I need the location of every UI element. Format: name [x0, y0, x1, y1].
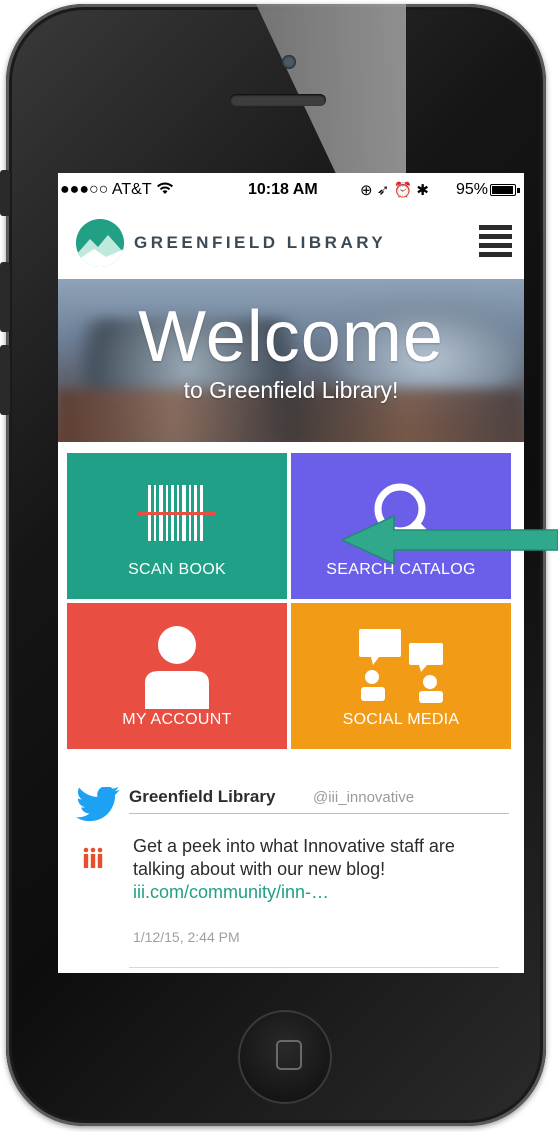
- menu-bar: [479, 234, 512, 239]
- mountain-logo-icon: [76, 219, 124, 267]
- tweet-author-name[interactable]: Greenfield Library: [129, 787, 275, 807]
- innovative-logo-icon: [83, 847, 103, 868]
- welcome-title: Welcome: [138, 297, 444, 377]
- menu-bar: [479, 243, 512, 248]
- menu-bar: [479, 252, 512, 257]
- library-logo-icon[interactable]: [76, 219, 124, 267]
- tweet-divider: [129, 813, 509, 814]
- status-icons: ⊕ ➶ ⏰ ✱: [360, 182, 429, 199]
- battery-percent: 95%: [456, 181, 489, 198]
- brand-name[interactable]: GREENFIELD LIBRARY: [134, 233, 386, 253]
- status-bar: ●●●○○ AT&T 10:18 AM ⊕ ➶ ⏰ ✱ 95%: [58, 173, 524, 207]
- scan-book-tile[interactable]: SCAN BOOK: [67, 453, 287, 599]
- hamburger-menu-icon[interactable]: [479, 225, 512, 261]
- welcome-subtitle: to Greenfield Library!: [183, 377, 399, 403]
- tweet-body: Get a peek into what Innovative staff ar…: [133, 835, 493, 904]
- tweet-timestamp: 1/12/15, 2:44 PM: [133, 929, 240, 945]
- battery-fill: [492, 186, 513, 194]
- home-button-icon: [276, 1040, 302, 1070]
- app-header: GREENFIELD LIBRARY: [58, 211, 524, 277]
- app-screen: ●●●○○ AT&T 10:18 AM ⊕ ➶ ⏰ ✱ 95% GREENFIE…: [58, 173, 524, 973]
- tweet-bottom-divider: [129, 967, 499, 968]
- carrier-signal: ●●●○○ AT&T: [60, 181, 174, 199]
- twitter-feed-item: Greenfield Library @iii_innovative Get a…: [58, 777, 524, 973]
- social-media-label: SOCIAL MEDIA: [342, 711, 460, 728]
- my-account-label: MY ACCOUNT: [122, 711, 232, 728]
- volume-up-button: [0, 262, 10, 332]
- tweet-author-handle[interactable]: @iii_innovative: [313, 789, 414, 806]
- my-account-tile[interactable]: MY ACCOUNT: [67, 603, 287, 749]
- phone-gloss: [256, 4, 406, 179]
- tweet-text: Get a peek into what Innovative staff ar…: [133, 836, 455, 879]
- scan-book-label: SCAN BOOK: [128, 561, 226, 578]
- tweet-link[interactable]: iii.com/community/inn-…: [133, 881, 493, 904]
- wifi-icon: [156, 182, 173, 194]
- pointer-arrow-icon: [341, 515, 558, 565]
- twitter-bird-icon: [76, 787, 120, 822]
- volume-down-button: [0, 345, 10, 415]
- mute-switch: [0, 170, 10, 216]
- phone-mockup: ●●●○○ AT&T 10:18 AM ⊕ ➶ ⏰ ✱ 95% GREENFIE…: [0, 0, 558, 1132]
- earpiece-speaker: [230, 94, 326, 106]
- battery-icon: [490, 184, 516, 196]
- social-media-tile[interactable]: SOCIAL MEDIA: [291, 603, 511, 749]
- chat-people-icon: [359, 629, 443, 703]
- status-time: 10:18 AM: [248, 181, 318, 198]
- front-camera: [282, 55, 296, 69]
- user-icon: [145, 626, 209, 709]
- welcome-banner: Welcome to Greenfield Library!: [58, 279, 524, 442]
- menu-bar: [479, 225, 512, 230]
- battery-tip: [517, 188, 520, 193]
- barcode-icon: [138, 485, 216, 541]
